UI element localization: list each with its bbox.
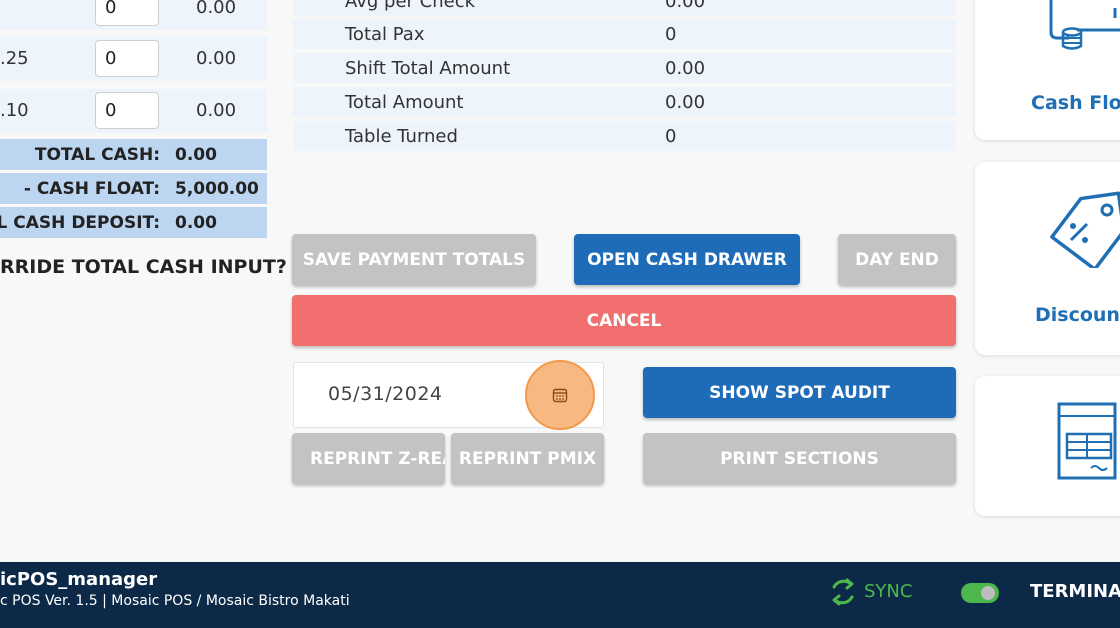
day-end-button[interactable]: DAY END <box>838 234 956 285</box>
stat-label: Total Pax <box>345 24 425 45</box>
date-value: 05/31/2024 <box>328 383 443 405</box>
reprint-pmix-button[interactable]: REPRINT PMIX <box>451 433 604 484</box>
total-cash-row: TOTAL CASH: 0.00 <box>0 139 267 170</box>
cash-float-value: 5,000.00 <box>175 179 259 199</box>
discount-card[interactable]: Discoun <box>975 162 1120 355</box>
receipt-icon <box>1057 402 1117 480</box>
denomination-label: .10 <box>0 100 29 121</box>
terminal-toggle[interactable] <box>961 583 999 603</box>
total-cash-label: TOTAL CASH: <box>34 145 160 165</box>
qty-input[interactable]: 0 <box>95 92 159 129</box>
reprint-z-read-button[interactable]: REPRINT Z-REA <box>292 433 445 484</box>
total-cash-value: 0.00 <box>175 145 217 165</box>
discount-tag-icon <box>1050 191 1120 268</box>
receipt-card[interactable] <box>975 376 1120 516</box>
stat-row: Shift Total Amount 0.00 <box>293 53 956 83</box>
qty-input[interactable]: 0 <box>95 0 159 26</box>
stat-row: Total Pax 0 <box>293 19 956 49</box>
denomination-label: .25 <box>0 48 29 69</box>
calendar-button[interactable] <box>525 360 595 430</box>
discount-card-label: Discoun <box>1035 304 1120 326</box>
stat-value: 0.00 <box>665 92 706 113</box>
qty-input[interactable]: 0 <box>95 40 159 77</box>
calendar-icon <box>552 388 568 403</box>
stat-value: 0 <box>665 126 677 147</box>
cash-float-card-label: Cash Flo <box>1031 92 1120 114</box>
amount-value: 0.00 <box>196 0 237 18</box>
open-cash-drawer-button[interactable]: OPEN CASH DRAWER <box>574 234 800 285</box>
cash-row: .10 0 0.00 <box>0 89 267 133</box>
toggle-knob <box>981 586 995 600</box>
save-payment-totals-button[interactable]: SAVE PAYMENT TOTALS <box>292 234 536 285</box>
version-info: c POS Ver. 1.5 | Mosaic POS / Mosaic Bis… <box>0 593 350 609</box>
amount-value: 0.00 <box>196 100 237 121</box>
stat-row: Total Amount 0.00 <box>293 87 956 117</box>
terminal-label: TERMINAL <box>1030 581 1120 602</box>
cash-float-card[interactable]: Cash Flo <box>975 0 1120 140</box>
sync-label[interactable]: SYNC <box>864 581 912 602</box>
footer-bar: icPOS_manager c POS Ver. 1.5 | Mosaic PO… <box>0 562 1120 628</box>
cash-deposit-value: 0.00 <box>175 213 217 233</box>
print-sections-button[interactable]: PRINT SECTIONS <box>643 433 956 484</box>
cash-deposit-row: AL CASH DEPOSIT: 0.00 <box>0 207 267 238</box>
stat-label: Shift Total Amount <box>345 58 511 79</box>
override-total-cash-question: RRIDE TOTAL CASH INPUT? <box>0 256 287 278</box>
cash-row: .25 0 0.00 <box>0 37 267 81</box>
username: icPOS_manager <box>0 569 158 590</box>
stat-value: 0.00 <box>665 0 706 12</box>
stat-label: Table Turned <box>345 126 458 147</box>
date-input[interactable]: 05/31/2024 <box>293 360 604 430</box>
sync-icon[interactable] <box>829 576 857 608</box>
stat-row: Table Turned 0 <box>293 121 956 151</box>
show-spot-audit-button[interactable]: SHOW SPOT AUDIT <box>643 367 956 418</box>
cash-row: 0 0.00 <box>0 0 267 30</box>
cancel-button[interactable]: CANCEL <box>292 295 956 346</box>
stat-row: Avg per Check 0.00 <box>293 0 956 16</box>
amount-value: 0.00 <box>196 48 237 69</box>
cash-float-icon <box>1049 0 1120 50</box>
stat-value: 0.00 <box>665 58 706 79</box>
stat-label: Total Amount <box>345 92 464 113</box>
cash-float-row: - CASH FLOAT: 5,000.00 <box>0 173 267 204</box>
cash-deposit-label: AL CASH DEPOSIT: <box>0 213 160 233</box>
stat-label: Avg per Check <box>345 0 476 12</box>
cash-float-label: - CASH FLOAT: <box>23 179 160 199</box>
stat-value: 0 <box>665 24 677 45</box>
